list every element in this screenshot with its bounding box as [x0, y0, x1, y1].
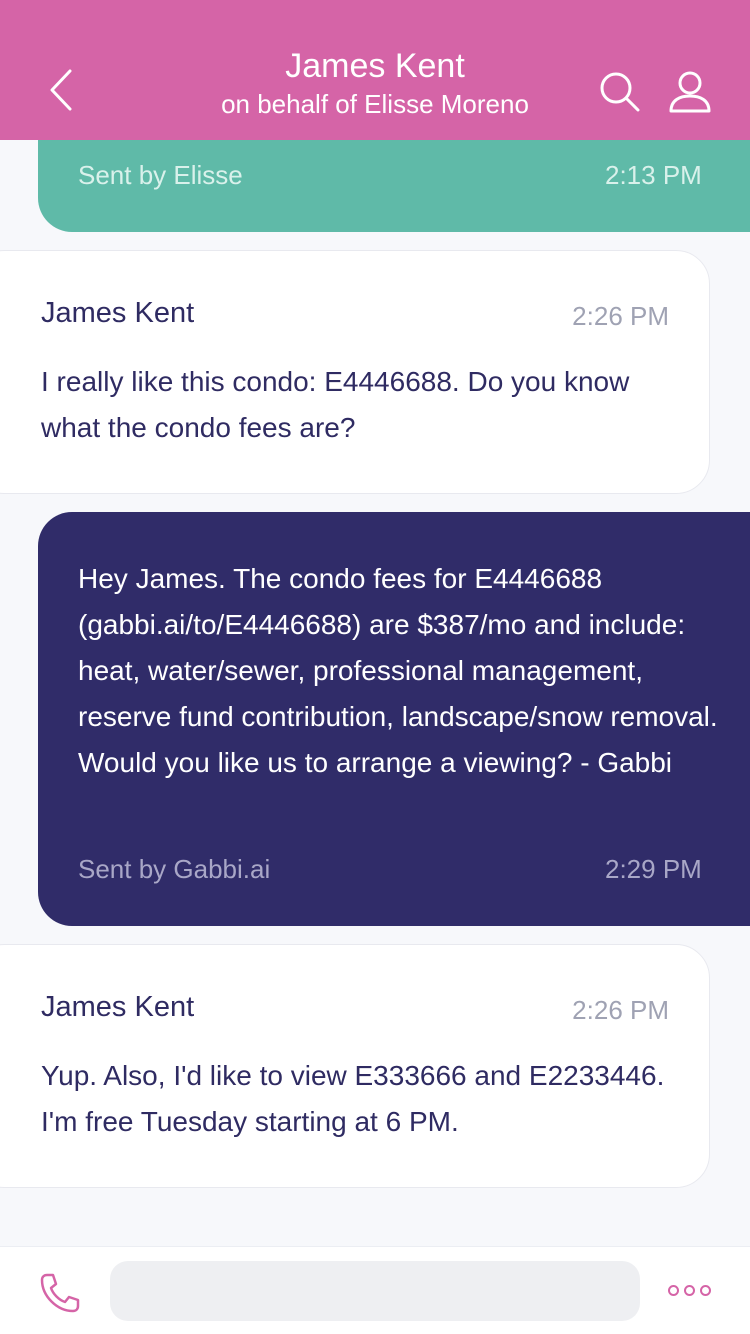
- composer-bar: [0, 1246, 750, 1334]
- message-incoming-james-2: James Kent 2:26 PM Yup. Also, I'd like t…: [0, 944, 710, 1188]
- message-input[interactable]: [110, 1261, 640, 1321]
- message-text: Hey James. The condo fees for E4446688 (…: [78, 563, 718, 778]
- call-button[interactable]: [36, 1269, 84, 1317]
- search-icon: [600, 72, 640, 112]
- message-text: I really like this condo: E4446688. Do y…: [41, 366, 630, 443]
- more-options-button[interactable]: [664, 1275, 714, 1305]
- message-time: 2:26 PM: [572, 301, 669, 331]
- message-incoming-james: James Kent 2:26 PM I really like this co…: [0, 250, 710, 494]
- message-time: 2:29 PM: [605, 854, 702, 884]
- chat-header: James Kent on behalf of Elisse Moreno: [0, 0, 750, 140]
- message-time: 2:13 PM: [605, 160, 702, 190]
- back-button[interactable]: [36, 62, 86, 118]
- message-time: 2:26 PM: [572, 995, 669, 1025]
- phone-icon: [40, 1273, 80, 1313]
- message-outgoing-gabbi: Hey James. The condo fees for E4446688 (…: [38, 512, 750, 926]
- search-button[interactable]: [592, 64, 648, 120]
- profile-button[interactable]: [662, 64, 718, 120]
- more-options-icon: [683, 1284, 695, 1296]
- message-text: Yup. Also, I'd like to view E333666 and …: [41, 1060, 665, 1137]
- message-sender: James Kent: [41, 991, 195, 1023]
- header-titles: James Kent on behalf of Elisse Moreno: [150, 44, 600, 120]
- more-options-icon: [699, 1284, 711, 1296]
- user-icon: [669, 71, 711, 113]
- page-title: James Kent: [285, 47, 465, 85]
- page-subtitle: on behalf of Elisse Moreno: [221, 89, 529, 119]
- message-sent-by: Sent by Elisse: [78, 160, 243, 190]
- more-options-icon: [667, 1284, 679, 1296]
- chevron-left-icon: [50, 69, 72, 111]
- message-sender: James Kent: [41, 297, 195, 329]
- message-sent-by: Sent by Gabbi.ai: [78, 854, 271, 884]
